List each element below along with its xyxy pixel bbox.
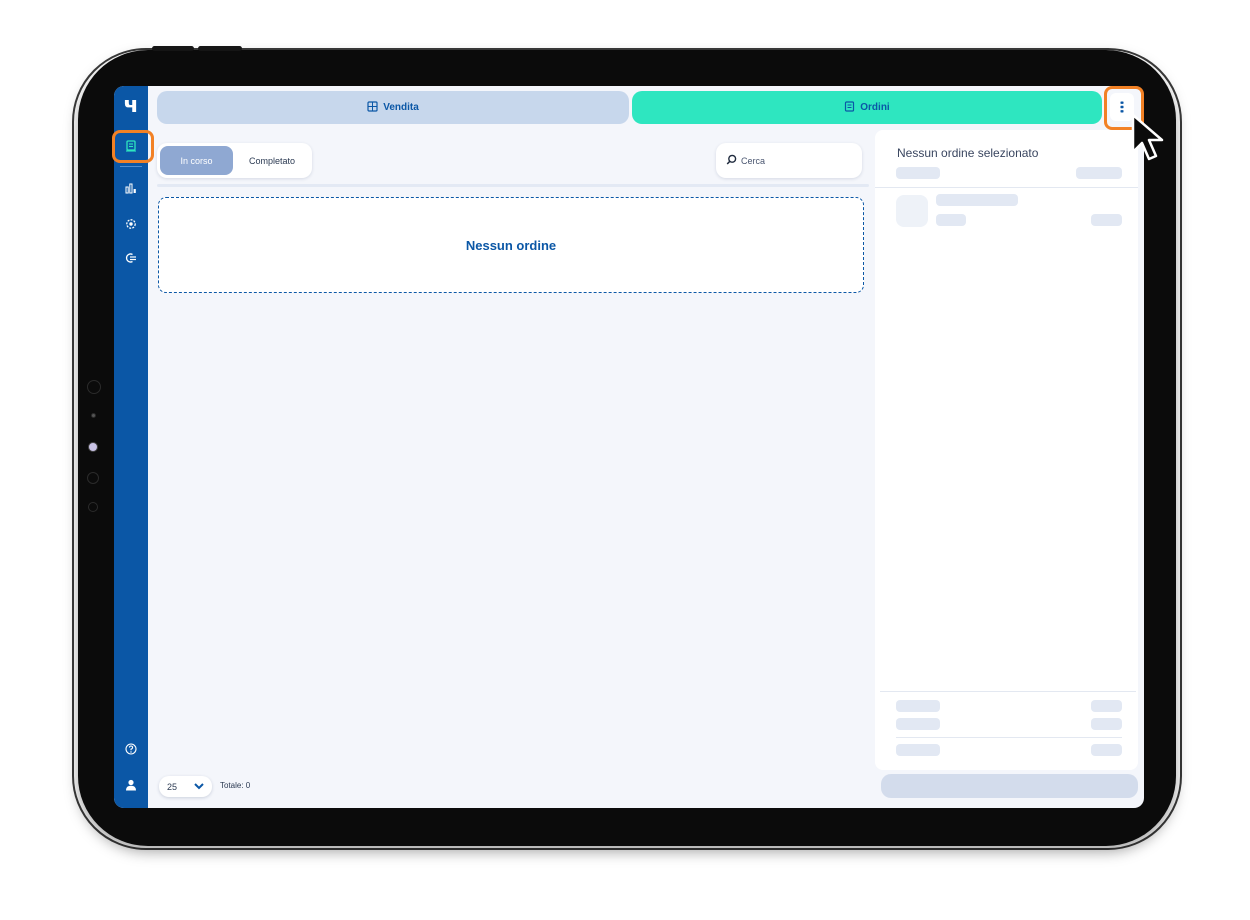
orders-filter-bar: In corso Completato Cerca [157,138,865,184]
device-sensor [91,413,96,418]
device-sensor [87,380,101,394]
sidebar-item-settings[interactable] [114,213,148,235]
orders-empty-state: Nessun ordine [158,197,864,293]
order-action-button[interactable] [881,774,1138,798]
logout-icon [125,253,136,263]
user-icon [126,779,136,791]
screenshot: ч Vendita Ordini In corso Completato Cer… [0,0,1250,920]
panel-divider [880,691,1136,692]
device-button [152,46,194,51]
register-icon [367,100,378,115]
skeleton-placeholder [1091,214,1122,226]
skeleton-placeholder [1091,744,1122,756]
order-detail-card: Nessun ordine selezionato [875,130,1138,770]
skeleton-placeholder [896,744,940,756]
app-screen: ч Vendita Ordini In corso Completato Cer… [114,86,1144,808]
search-input[interactable]: Cerca [716,143,862,178]
filter-completato[interactable]: Completato [235,146,309,175]
device-sensor [88,502,98,512]
sidebar-item-user[interactable] [114,774,148,796]
sidebar-item-logout[interactable] [114,247,148,269]
device-button [198,46,242,51]
sidebar-item-stats[interactable] [114,177,148,199]
filter-bar-divider [157,184,869,187]
highlight-orders-sidebar [112,130,154,163]
order-detail-title: Nessun ordine selezionato [897,146,1039,160]
skeleton-placeholder [1091,700,1122,712]
skeleton-placeholder [1091,718,1122,730]
app-logo: ч [123,92,139,118]
order-detail-panel: Nessun ordine selezionato [875,130,1138,802]
filter-in-corso[interactable]: In corso [160,146,233,175]
chevron-down-icon [193,781,205,793]
tab-vendita[interactable]: Vendita [157,91,629,124]
search-icon [726,154,737,167]
device-sensor [87,472,99,484]
settings-icon [126,219,136,229]
panel-divider [896,737,1122,738]
sidebar: ч [114,86,148,808]
receipt-icon [844,100,855,115]
skeleton-placeholder [936,194,1018,206]
skeleton-placeholder [1076,167,1122,179]
skeleton-placeholder [936,214,966,226]
search-placeholder: Cerca [741,155,766,166]
skeleton-thumbnail [896,195,928,227]
panel-divider [875,187,1138,188]
tab-ordini[interactable]: Ordini [632,91,1102,124]
stats-icon [125,183,136,194]
sidebar-divider [120,166,142,167]
sidebar-item-help[interactable] [114,738,148,760]
empty-state-message: Nessun ordine [465,237,557,253]
skeleton-placeholder [896,700,940,712]
skeleton-placeholder [896,718,940,730]
status-segmented-control: In corso Completato [157,143,312,178]
device-camera [88,442,98,452]
skeleton-placeholder [896,167,940,179]
tab-vendita-label: Vendita [383,102,419,113]
mouse-pointer-icon [1131,113,1164,161]
tab-ordini-label: Ordini [860,102,890,113]
help-icon [125,743,137,755]
page-size-select[interactable]: 25 [159,776,212,797]
orders-total: Totale: 0 [220,781,251,790]
page-size-value: 25 [167,781,178,792]
